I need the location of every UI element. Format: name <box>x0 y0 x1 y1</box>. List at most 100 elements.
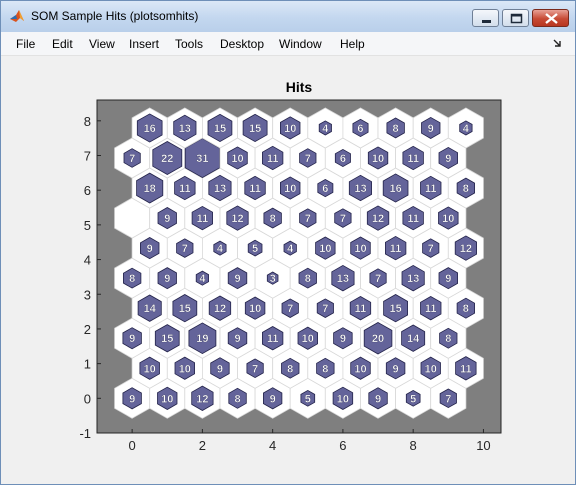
hit-count-label: 16 <box>389 183 401 195</box>
x-tick-label: 8 <box>410 438 417 453</box>
figure-area: Hits 9 10 12 8 9 5 10 9 5 7 10 10 9 7 8 8 10 9 10 11 9 15 19 9 11… <box>1 56 575 484</box>
hit-count-label: 9 <box>445 153 451 165</box>
menu-help[interactable]: Help <box>340 37 365 51</box>
hit-count-label: 9 <box>234 273 240 285</box>
window-title: SOM Sample Hits (plotsomhits) <box>31 9 199 23</box>
hit-count-label: 7 <box>305 153 311 165</box>
hit-count-label: 4 <box>217 243 224 255</box>
hit-count-label: 8 <box>129 273 135 285</box>
title-bar[interactable]: SOM Sample Hits (plotsomhits) <box>1 1 575 32</box>
hit-count-label: 10 <box>284 123 296 135</box>
hit-count-label: 4 <box>463 123 470 135</box>
hit-count-label: 11 <box>179 183 191 195</box>
hit-count-label: 20 <box>372 333 384 345</box>
hit-count-label: 9 <box>393 363 399 375</box>
x-tick-label: 2 <box>199 438 206 453</box>
hit-count-label: 12 <box>214 303 226 315</box>
hit-count-label: 10 <box>442 213 454 225</box>
hit-count-label: 9 <box>340 333 346 345</box>
hit-count-label: 10 <box>144 363 156 375</box>
hit-count-label: 5 <box>252 243 258 255</box>
hit-count-label: 8 <box>270 213 276 225</box>
hit-count-label: 11 <box>460 363 472 375</box>
close-icon <box>545 13 558 24</box>
hit-count-label: 31 <box>196 153 208 165</box>
hit-count-label: 7 <box>428 243 434 255</box>
hit-count-label: 14 <box>407 333 420 345</box>
hit-count-label: 7 <box>445 393 451 405</box>
menu-tools[interactable]: Tools <box>175 37 203 51</box>
hit-count-label: 15 <box>389 303 401 315</box>
hit-count-label: 12 <box>196 393 208 405</box>
hit-count-label: 8 <box>287 363 293 375</box>
hit-count-label: 13 <box>337 273 349 285</box>
hit-count-label: 6 <box>322 183 328 195</box>
matlab-icon <box>10 10 24 22</box>
hit-count-label: 10 <box>179 363 191 375</box>
minimize-button[interactable] <box>472 9 499 27</box>
hit-count-label: 11 <box>407 213 419 225</box>
hit-count-label: 10 <box>249 303 261 315</box>
menu-insert[interactable]: Insert <box>129 37 159 51</box>
hit-count-label: 8 <box>463 183 469 195</box>
hit-count-label: 7 <box>252 363 258 375</box>
x-tick-label: 10 <box>476 438 490 453</box>
menu-edit[interactable]: Edit <box>52 37 73 51</box>
hit-count-label: 9 <box>234 333 240 345</box>
y-tick-label: 3 <box>84 287 91 302</box>
hit-count-label: 4 <box>322 123 329 135</box>
hit-count-label: 7 <box>182 243 188 255</box>
hit-count-label: 11 <box>407 153 419 165</box>
hit-count-label: 9 <box>375 393 381 405</box>
hit-count-label: 9 <box>147 243 153 255</box>
hit-count-label: 7 <box>305 213 311 225</box>
hit-count-label: 14 <box>144 303 157 315</box>
hit-count-label: 4 <box>287 243 294 255</box>
menu-file[interactable]: File <box>16 37 35 51</box>
hit-count-label: 8 <box>322 363 328 375</box>
hit-count-label: 10 <box>372 153 384 165</box>
hit-count-label: 6 <box>340 153 346 165</box>
hit-count-label: 11 <box>425 183 437 195</box>
hit-count-label: 4 <box>199 273 206 285</box>
hit-count-label: 10 <box>302 333 314 345</box>
hit-count-label: 11 <box>249 183 261 195</box>
hit-count-label: 22 <box>161 153 173 165</box>
hit-count-label: 9 <box>164 213 170 225</box>
hit-count-label: 5 <box>410 393 416 405</box>
dock-arrow-icon[interactable] <box>553 39 563 49</box>
hit-count-label: 7 <box>340 213 346 225</box>
x-tick-label: 6 <box>339 438 346 453</box>
hit-count-label: 3 <box>270 273 276 285</box>
close-button[interactable] <box>532 9 569 27</box>
hit-count-label: 11 <box>197 213 209 225</box>
hit-count-label: 16 <box>144 123 156 135</box>
hit-count-label: 6 <box>357 123 363 135</box>
minimize-icon <box>482 20 491 23</box>
hit-count-label: 15 <box>214 123 226 135</box>
chart-title: Hits <box>286 79 313 95</box>
menu-view[interactable]: View <box>89 37 115 51</box>
hit-count-label: 13 <box>407 273 419 285</box>
hit-count-label: 10 <box>354 363 366 375</box>
maximize-button[interactable] <box>502 9 529 27</box>
menu-window[interactable]: Window <box>279 37 322 51</box>
hit-count-label: 9 <box>164 273 170 285</box>
y-tick-label: 5 <box>84 218 91 233</box>
y-tick-label: -1 <box>79 426 91 441</box>
hit-count-label: 10 <box>161 393 173 405</box>
hit-count-label: 9 <box>217 363 223 375</box>
hit-count-label: 9 <box>445 273 451 285</box>
hit-count-label: 9 <box>129 393 135 405</box>
hit-count-label: 13 <box>354 183 366 195</box>
som-hits-plot: Hits9 10 12 8 9 5 10 9 5 710 10 9 7 8 8 10 9 10 119 15 19 9 11… <box>79 79 502 453</box>
menu-desktop[interactable]: Desktop <box>220 37 264 51</box>
hit-count-label: 13 <box>214 183 226 195</box>
hit-count-label: 15 <box>179 303 191 315</box>
hit-count-label: 9 <box>270 393 276 405</box>
figure-window: SOM Sample Hits (plotsomhits) File Edit … <box>0 0 576 485</box>
hit-count-label: 9 <box>428 123 434 135</box>
menu-bar: File Edit View Insert Tools Desktop Wind… <box>1 32 575 56</box>
x-tick-label: 4 <box>269 438 276 453</box>
hit-count-label: 12 <box>372 213 384 225</box>
